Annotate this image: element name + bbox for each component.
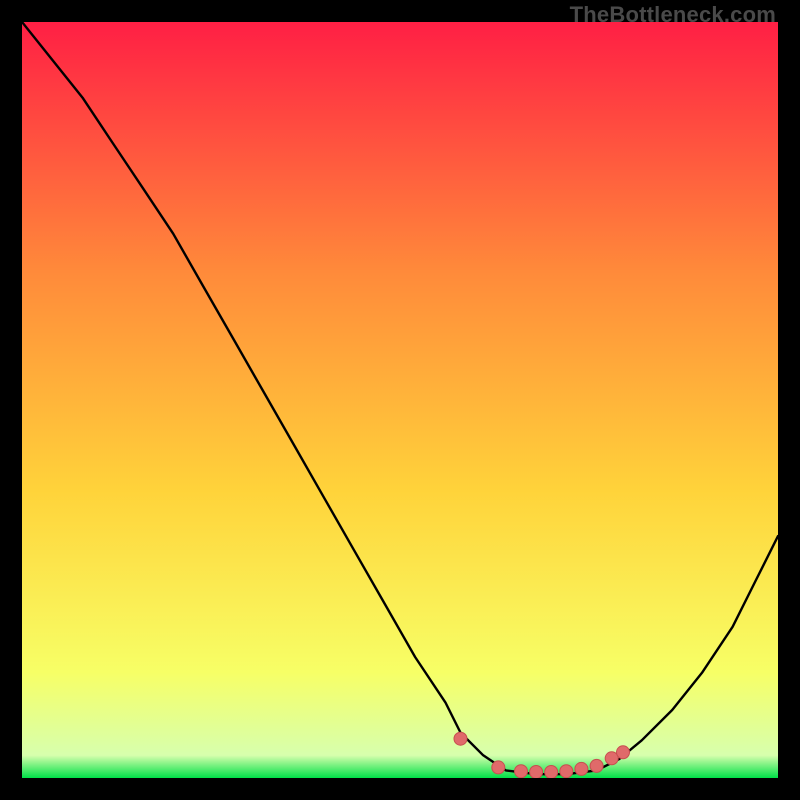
chart-svg [22, 22, 778, 778]
marker-point [454, 732, 467, 745]
watermark-text: TheBottleneck.com [570, 2, 776, 28]
marker-point [492, 761, 505, 774]
gradient-background [22, 22, 778, 778]
plot-area [22, 22, 778, 778]
marker-point [560, 765, 573, 778]
marker-point [515, 765, 528, 778]
marker-point [575, 762, 588, 775]
marker-point [530, 766, 543, 779]
marker-point [617, 746, 630, 759]
marker-point [545, 766, 558, 779]
chart-frame: TheBottleneck.com [0, 0, 800, 800]
marker-point [590, 759, 603, 772]
